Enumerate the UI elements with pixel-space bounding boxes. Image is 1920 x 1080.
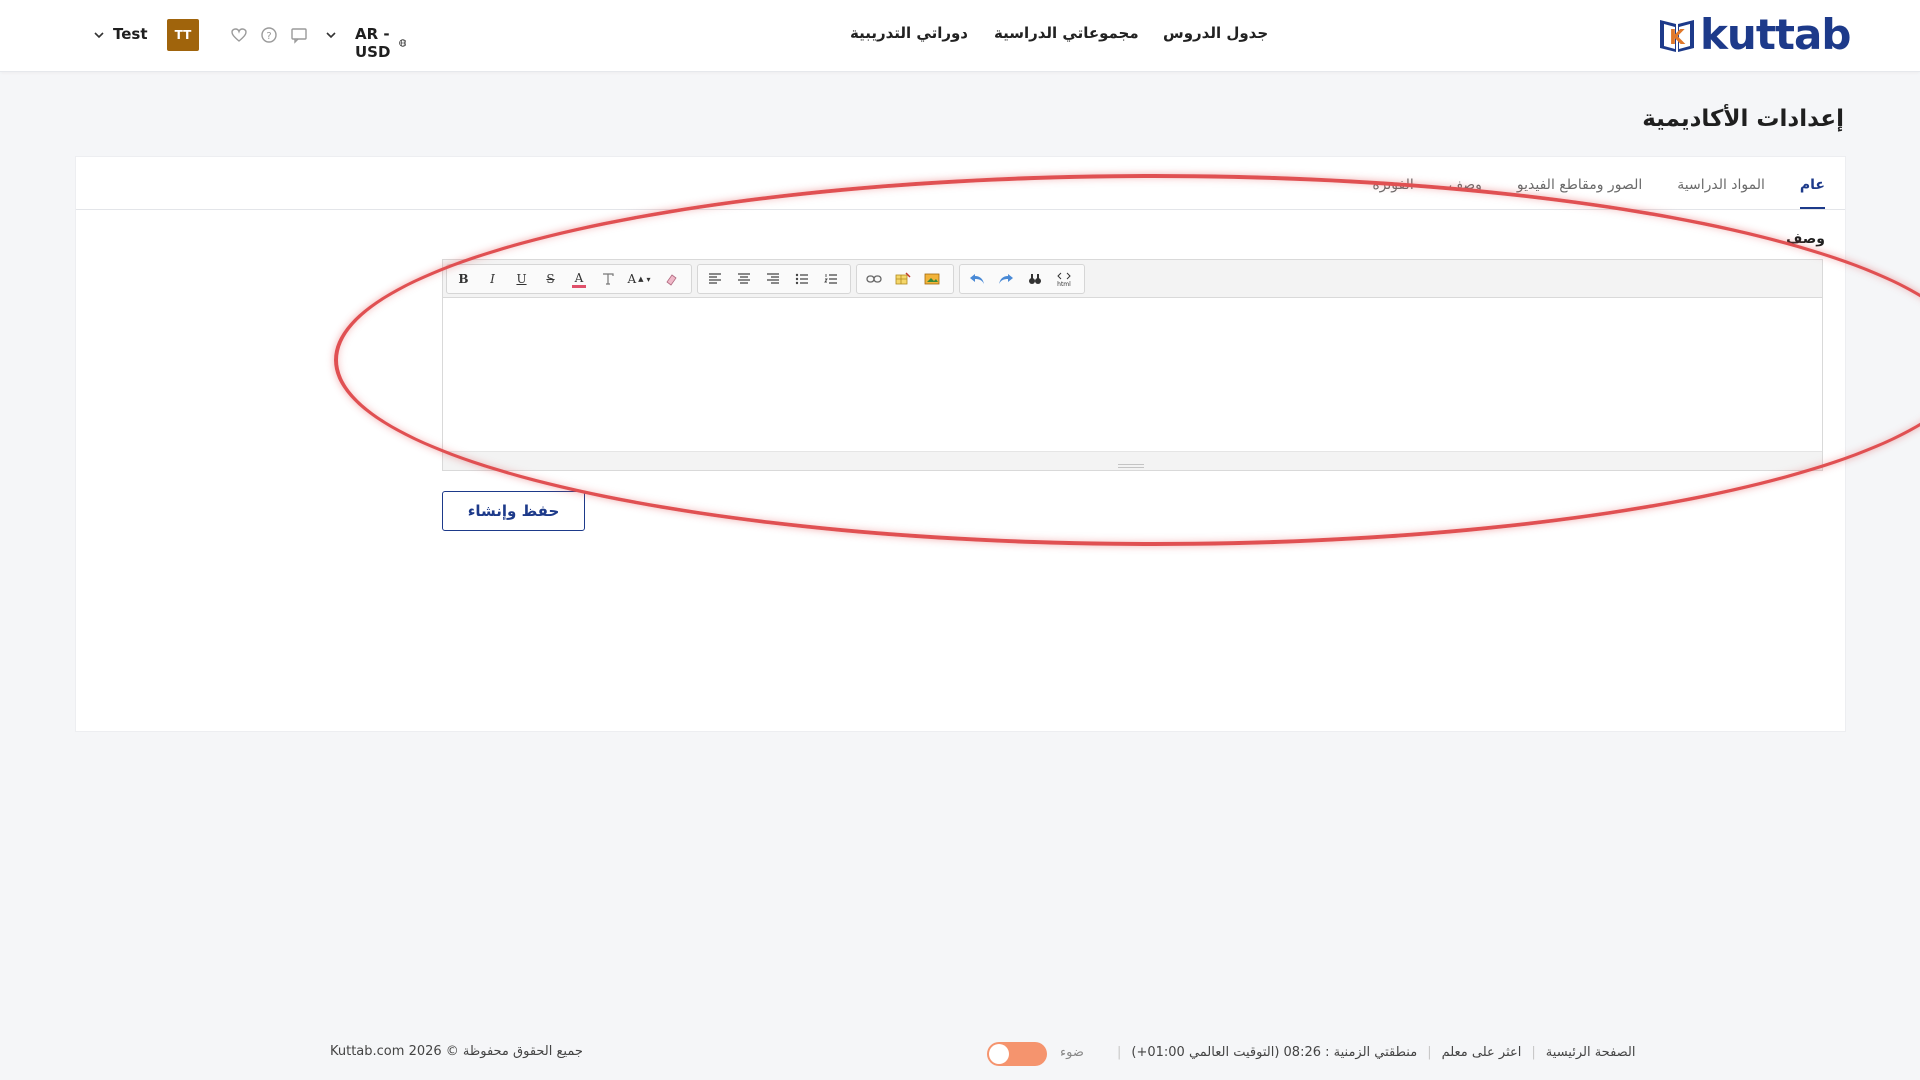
tabs-divider — [76, 209, 1845, 210]
book-logo-icon: K — [1656, 14, 1698, 56]
font-size-label: A — [627, 272, 637, 286]
bullet-list-icon[interactable] — [787, 266, 816, 292]
user-name[interactable]: Test — [113, 25, 148, 43]
footer-link-home[interactable]: الصفحة الرئيسية — [1546, 1045, 1636, 1060]
footer: جميع الحقوق محفوظة © 2026 Kuttab.com ضوء… — [0, 1040, 1920, 1070]
heart-icon[interactable] — [230, 26, 248, 44]
language-currency-selector[interactable]: AR - USD — [355, 25, 407, 61]
toolbar-group-insert — [856, 264, 954, 294]
description-editor-area[interactable] — [443, 298, 1822, 453]
toolbar-group-history: html — [959, 264, 1085, 294]
toolbar-group-align — [697, 264, 851, 294]
chevron-down-icon[interactable] — [324, 28, 338, 42]
theme-mode-label: ضوء — [1060, 1045, 1084, 1060]
redo-icon[interactable] — [991, 266, 1020, 292]
font-size-dropdown[interactable]: A ▲ ▾ — [622, 266, 656, 292]
italic-button[interactable]: I — [478, 266, 507, 292]
nav-link-courses[interactable]: دوراتي التدريبية — [850, 24, 968, 42]
top-header: K kuttab جدول الدروس مجموعاتي الدراسية د… — [0, 0, 1920, 72]
insert-image-icon[interactable] — [917, 266, 946, 292]
language-currency-value: AR - USD — [355, 25, 391, 61]
numbered-list-icon[interactable] — [816, 266, 845, 292]
footer-link-timezone[interactable]: منطقتي الزمنية : 08:26 (التوقيت العالمي … — [1131, 1045, 1417, 1060]
help-icon[interactable]: ? — [260, 26, 278, 44]
font-color-button[interactable]: A — [572, 270, 586, 288]
save-and-create-button[interactable]: حفظ وإنشاء — [442, 491, 585, 531]
html-source-icon[interactable]: html — [1049, 266, 1078, 292]
description-label: وصف — [1786, 231, 1825, 247]
copyright-text: جميع الحقوق محفوظة © 2026 Kuttab.com — [330, 1044, 583, 1059]
footer-links: الصفحة الرئيسية | اعثر على معلم | منطقتي… — [1107, 1045, 1636, 1060]
footer-separator: | — [1531, 1045, 1536, 1060]
underline-button[interactable]: U — [507, 266, 536, 292]
resize-handle[interactable] — [1118, 464, 1144, 468]
bold-button[interactable]: B — [449, 266, 478, 292]
find-replace-icon[interactable] — [1020, 266, 1049, 292]
rich-text-editor: B I U S A A ▲ ▾ html — [442, 259, 1823, 471]
logo[interactable]: K kuttab — [1656, 10, 1851, 59]
page-title: إعدادات الأكاديمية — [1642, 106, 1844, 132]
svg-text:?: ? — [266, 31, 271, 42]
tab-description[interactable]: وصف — [1449, 157, 1482, 209]
footer-separator: | — [1117, 1045, 1122, 1060]
align-left-icon[interactable] — [700, 266, 729, 292]
undo-icon[interactable] — [962, 266, 991, 292]
nav-item-courses[interactable]: دوراتي التدريبية — [850, 24, 968, 42]
align-center-icon[interactable] — [729, 266, 758, 292]
theme-toggle-knob — [989, 1044, 1009, 1064]
nav-link-lessons-schedule[interactable]: جدول الدروس — [1163, 24, 1268, 42]
editor-toolbar: B I U S A A ▲ ▾ html — [443, 260, 1822, 298]
tab-images-videos[interactable]: الصور ومقاطع الفيديو — [1517, 157, 1642, 209]
settings-tabs: عام المواد الدراسية الصور ومقاطع الفيديو… — [1372, 157, 1826, 210]
strikethrough-button[interactable]: S — [536, 266, 565, 292]
nav-item-study-groups[interactable]: مجموعاتي الدراسية — [994, 24, 1139, 42]
logo-letter: K — [1669, 25, 1686, 49]
text-style-icon[interactable] — [593, 266, 622, 292]
footer-link-find-teacher[interactable]: اعثر على معلم — [1442, 1045, 1522, 1060]
theme-toggle[interactable] — [987, 1042, 1047, 1066]
editor-statusbar — [443, 451, 1822, 470]
user-menu-chevron-icon[interactable] — [92, 28, 106, 42]
tab-general[interactable]: عام — [1799, 157, 1826, 210]
settings-card: عام المواد الدراسية الصور ومقاطع الفيديو… — [75, 156, 1846, 732]
avatar[interactable]: TT — [167, 19, 199, 51]
insert-table-icon[interactable] — [888, 266, 917, 292]
chat-icon[interactable] — [290, 26, 308, 44]
link-icon[interactable] — [859, 266, 888, 292]
nav-link-study-groups[interactable]: مجموعاتي الدراسية — [994, 24, 1139, 42]
eraser-icon[interactable] — [656, 266, 685, 292]
globe-icon — [398, 39, 407, 47]
toolbar-group-format: B I U S A A ▲ ▾ — [446, 264, 692, 294]
tab-study-materials[interactable]: المواد الدراسية — [1677, 157, 1765, 209]
svg-text:html: html — [1057, 281, 1071, 287]
logo-text: kuttab — [1700, 10, 1851, 59]
align-right-icon[interactable] — [758, 266, 787, 292]
footer-separator: | — [1427, 1045, 1432, 1060]
tab-billing[interactable]: الفوترة — [1372, 157, 1413, 209]
nav-item-lessons-schedule[interactable]: جدول الدروس — [1163, 24, 1268, 42]
